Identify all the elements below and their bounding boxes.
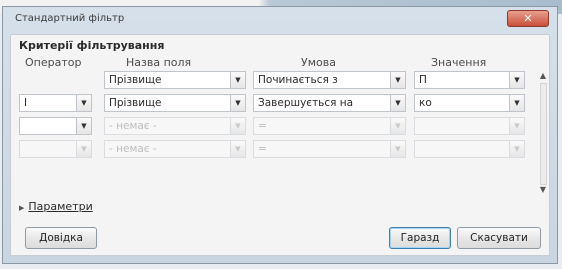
criteria-scrollbar[interactable]: ▲ ▼ xyxy=(538,71,548,195)
cancel-button[interactable]: Скасувати xyxy=(457,227,541,249)
field-select[interactable]: Прізвище xyxy=(104,71,231,89)
header-value: Значення xyxy=(431,56,487,69)
dialog-body: Критерії фільтрування Оператор Назва пол… xyxy=(10,34,550,256)
dropdown-arrow-icon[interactable]: ▼ xyxy=(509,71,525,89)
value-field[interactable]: П xyxy=(414,71,510,89)
operator-select[interactable]: І xyxy=(19,94,77,112)
field-select[interactable]: Прізвище xyxy=(104,94,231,112)
condition-select[interactable]: = xyxy=(253,117,391,135)
operator-select[interactable] xyxy=(19,117,77,135)
expand-triangle-icon: ▶ xyxy=(19,204,25,212)
close-icon: ✕ xyxy=(523,12,533,25)
title-bar: Стандартний фільтр ✕ xyxy=(3,7,557,33)
scroll-down-icon[interactable]: ▼ xyxy=(538,185,548,195)
dropdown-arrow-icon[interactable]: ▼ xyxy=(76,140,92,158)
condition-select[interactable]: Починається з xyxy=(253,71,391,89)
dropdown-arrow-icon[interactable]: ▼ xyxy=(509,140,525,158)
filter-dialog: Стандартний фільтр ✕ Критерії фільтруван… xyxy=(2,6,558,264)
field-select[interactable]: - немає - xyxy=(104,117,231,135)
dropdown-arrow-icon[interactable]: ▼ xyxy=(230,117,246,135)
condition-select[interactable]: Завершується на xyxy=(253,94,391,112)
scroll-up-icon[interactable]: ▲ xyxy=(538,71,548,81)
value-field[interactable] xyxy=(414,140,510,158)
value-field[interactable] xyxy=(414,117,510,135)
dropdown-arrow-icon[interactable]: ▼ xyxy=(230,94,246,112)
help-button[interactable]: Довідка xyxy=(25,227,97,249)
dropdown-arrow-icon[interactable]: ▼ xyxy=(390,71,406,89)
dropdown-arrow-icon[interactable]: ▼ xyxy=(76,94,92,112)
ok-button[interactable]: Гаразд xyxy=(389,227,451,249)
header-condition: Умова xyxy=(301,56,336,69)
dropdown-arrow-icon[interactable]: ▼ xyxy=(390,117,406,135)
scroll-track[interactable] xyxy=(540,83,547,185)
dropdown-arrow-icon[interactable]: ▼ xyxy=(230,71,246,89)
dropdown-arrow-icon[interactable]: ▼ xyxy=(76,117,92,135)
field-select[interactable]: - немає - xyxy=(104,140,231,158)
header-operator: Оператор xyxy=(25,56,82,69)
close-button[interactable]: ✕ xyxy=(507,10,549,27)
value-field[interactable]: ко xyxy=(414,94,510,112)
condition-select[interactable]: = xyxy=(253,140,391,158)
options-expander[interactable]: ▶ Параметри xyxy=(19,200,93,213)
header-field: Назва поля xyxy=(126,56,192,69)
dialog-title: Стандартний фільтр xyxy=(15,13,125,24)
options-label: Параметри xyxy=(28,200,93,213)
dropdown-arrow-icon[interactable]: ▼ xyxy=(390,94,406,112)
dropdown-arrow-icon[interactable]: ▼ xyxy=(230,140,246,158)
dropdown-arrow-icon[interactable]: ▼ xyxy=(509,94,525,112)
dropdown-arrow-icon[interactable]: ▼ xyxy=(390,140,406,158)
operator-select[interactable] xyxy=(19,140,77,158)
dropdown-arrow-icon[interactable]: ▼ xyxy=(509,117,525,135)
section-title: Критерії фільтрування xyxy=(19,39,165,52)
